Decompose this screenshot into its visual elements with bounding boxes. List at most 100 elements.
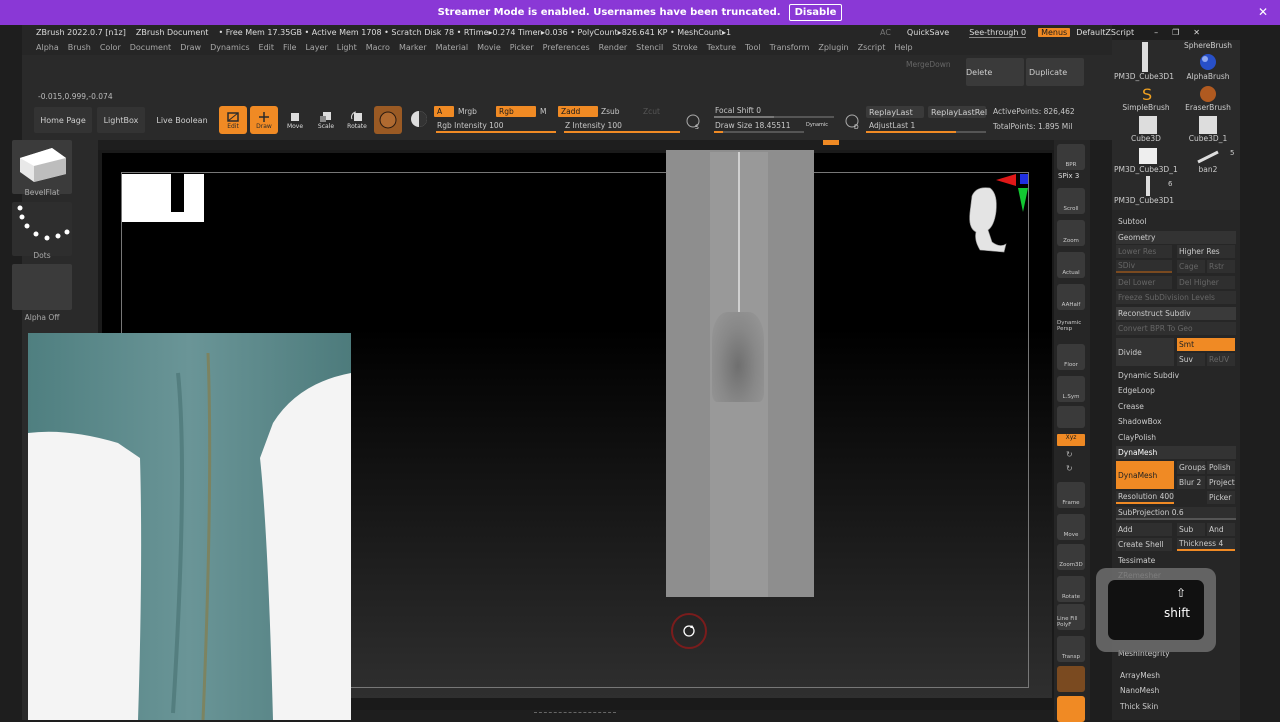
resolution-slider[interactable]: Resolution 400: [1116, 491, 1174, 504]
menu-item[interactable]: Document: [130, 43, 171, 52]
claypolish-header[interactable]: ClayPolish: [1116, 431, 1236, 444]
ac-label[interactable]: AC: [880, 28, 891, 37]
create-shell-button[interactable]: Create Shell: [1116, 538, 1172, 551]
m-toggle[interactable]: M: [540, 107, 546, 116]
edit-mode-button[interactable]: Edit: [219, 106, 247, 134]
actual-button[interactable]: Actual: [1057, 252, 1085, 278]
replaylastrel-button[interactable]: ReplayLastRel: [928, 106, 987, 118]
rgb-toggle[interactable]: Rgb: [496, 106, 536, 117]
disable-streamer-button[interactable]: Disable: [788, 4, 843, 21]
lsym-button[interactable]: L.Sym: [1057, 376, 1085, 402]
rotate-mode-button[interactable]: Rotate: [343, 106, 371, 134]
menu-item[interactable]: Preferences: [543, 43, 590, 52]
menu-item[interactable]: Movie: [477, 43, 501, 52]
panel-scrollbar[interactable]: [1242, 40, 1280, 720]
convert-bpr-button[interactable]: Convert BPR To Geo: [1116, 322, 1236, 335]
del-lower-button[interactable]: Del Lower: [1116, 276, 1172, 289]
spix-slider[interactable]: SPix 3: [1058, 172, 1079, 180]
arraymesh-header[interactable]: ArrayMesh: [1118, 669, 1238, 682]
suv-toggle[interactable]: Suv: [1177, 353, 1205, 366]
menu-item[interactable]: Material: [436, 43, 469, 52]
rstr-button[interactable]: Rstr: [1207, 260, 1235, 273]
duplicate-button[interactable]: Duplicate: [1026, 58, 1084, 86]
higher-res-button[interactable]: Higher Res: [1177, 245, 1235, 258]
quicksave-button[interactable]: QuickSave: [907, 28, 949, 37]
rotate-z-icon[interactable]: ↻: [1066, 464, 1073, 473]
scale-mode-button[interactable]: Scale: [312, 106, 340, 134]
menu-item[interactable]: Zplugin: [818, 43, 848, 52]
thickskin-header[interactable]: Thick Skin: [1118, 700, 1238, 713]
nanomesh-header[interactable]: NanoMesh: [1118, 684, 1238, 697]
menu-item[interactable]: Zscript: [858, 43, 886, 52]
sdiv-slider[interactable]: SDiv: [1116, 260, 1172, 273]
zoom-button[interactable]: Zoom: [1057, 220, 1085, 246]
minimize-icon[interactable]: –: [1154, 28, 1158, 37]
project-toggle[interactable]: Project: [1207, 476, 1235, 489]
lower-res-button[interactable]: Lower Res: [1116, 245, 1172, 258]
draw-mode-button[interactable]: Draw: [250, 106, 278, 134]
picker-toggle[interactable]: Picker: [1207, 491, 1235, 504]
geometry-header[interactable]: Geometry: [1116, 231, 1236, 244]
focal-shift-slider-label[interactable]: Focal Shift 0: [715, 106, 761, 115]
frame-button[interactable]: Frame: [1057, 482, 1085, 508]
menu-item[interactable]: Edit: [259, 43, 275, 52]
reconstruct-subdiv-button[interactable]: Reconstruct Subdiv: [1116, 307, 1236, 320]
persp-button[interactable]: Dynamic Persp: [1057, 310, 1085, 334]
menu-item[interactable]: Brush: [68, 43, 91, 52]
rgb-intensity-slider[interactable]: [436, 131, 556, 133]
dynamesh-button[interactable]: DynaMesh: [1116, 461, 1174, 489]
menu-item[interactable]: Render: [599, 43, 627, 52]
rotate-y-icon[interactable]: ↻: [1066, 450, 1073, 459]
menu-item[interactable]: Light: [337, 43, 357, 52]
draw-size-slider[interactable]: [714, 131, 804, 133]
menu-item[interactable]: Macro: [366, 43, 390, 52]
zoom3d-button[interactable]: Zoom3D: [1057, 544, 1085, 570]
menu-item[interactable]: Dynamics: [210, 43, 249, 52]
menu-item[interactable]: Marker: [399, 43, 427, 52]
dots-stroke-button[interactable]: [12, 202, 72, 256]
divide-button[interactable]: Divide: [1116, 338, 1174, 366]
smt-toggle[interactable]: Smt: [1177, 338, 1235, 351]
add-button[interactable]: Add: [1116, 523, 1172, 536]
thickness-slider[interactable]: Thickness 4: [1177, 538, 1235, 551]
menu-item[interactable]: Stencil: [636, 43, 663, 52]
close-icon[interactable]: ✕: [1258, 5, 1268, 19]
floor-button[interactable]: Floor: [1057, 344, 1085, 370]
menu-item[interactable]: Tool: [745, 43, 761, 52]
move-view-button[interactable]: Move: [1057, 514, 1085, 540]
color-picker-icon[interactable]: [409, 109, 429, 129]
menu-item[interactable]: Transform: [770, 43, 810, 52]
lock-icon[interactable]: [1057, 406, 1085, 428]
a-toggle[interactable]: A: [434, 106, 454, 117]
lightbox-button[interactable]: LightBox: [97, 107, 145, 133]
orientation-head-icon[interactable]: [960, 172, 1032, 256]
del-higher-button[interactable]: Del Higher: [1177, 276, 1235, 289]
menu-item[interactable]: Help: [894, 43, 912, 52]
draw-size-slider-label[interactable]: Draw Size 18.45511: [715, 121, 791, 130]
ghost-button[interactable]: [1057, 666, 1085, 692]
menus-button[interactable]: Menus: [1038, 28, 1071, 37]
transp-button[interactable]: Transp: [1057, 636, 1085, 662]
subtool-header[interactable]: Subtool: [1116, 215, 1236, 228]
zadd-toggle[interactable]: Zadd: [558, 106, 598, 117]
mergedown-button[interactable]: MergeDown: [906, 60, 951, 69]
restore-icon[interactable]: ❐: [1172, 28, 1179, 37]
edgeloop-header[interactable]: EdgeLoop: [1116, 384, 1236, 397]
rgb-intensity-slider-label[interactable]: Rgb Intensity 100: [437, 121, 503, 130]
subprojection-slider[interactable]: SubProjection 0.6: [1116, 507, 1236, 520]
dynamic-toggle[interactable]: Dynamic: [806, 122, 828, 128]
live-boolean-button[interactable]: Live Boolean: [150, 107, 214, 133]
menu-item[interactable]: Draw: [180, 43, 201, 52]
d-symmetry-icon[interactable]: D: [843, 112, 861, 131]
bpr-button[interactable]: BPR: [1057, 144, 1085, 170]
menu-item[interactable]: Alpha: [36, 43, 59, 52]
polyf-button[interactable]: Line Fill PolyF: [1057, 604, 1085, 630]
replaylast-button[interactable]: ReplayLast: [866, 106, 924, 118]
default-zscript-button[interactable]: DefaultZScript: [1076, 28, 1134, 37]
tessimate-header[interactable]: Tessimate: [1116, 554, 1236, 567]
polish-toggle[interactable]: Polish: [1207, 461, 1235, 474]
zcut-toggle[interactable]: Zcut: [643, 107, 660, 116]
material-button[interactable]: [374, 106, 402, 134]
dynamesh-header[interactable]: DynaMesh: [1116, 446, 1236, 459]
and-button[interactable]: And: [1207, 523, 1235, 536]
